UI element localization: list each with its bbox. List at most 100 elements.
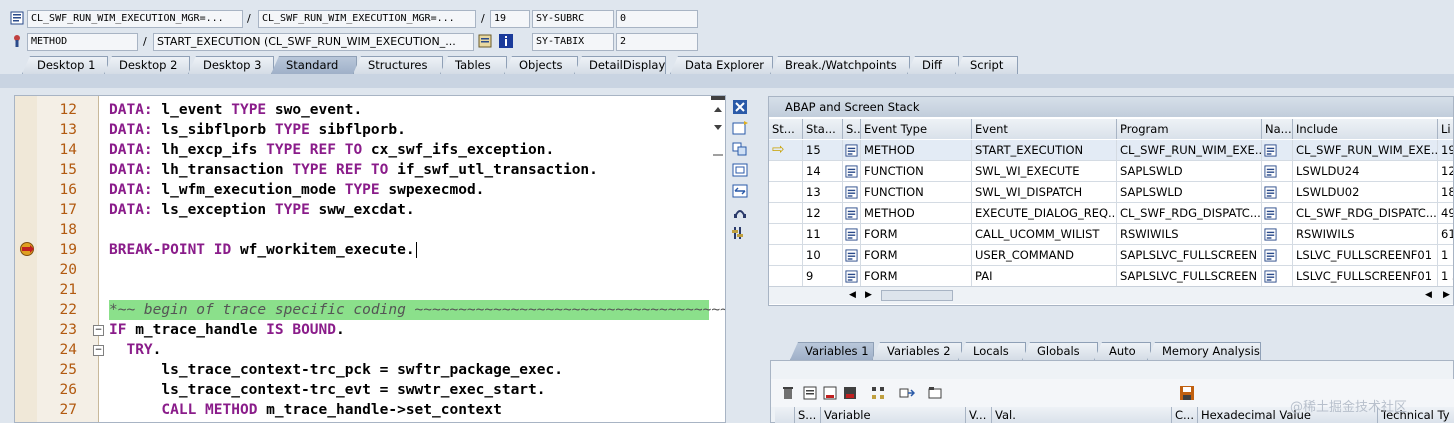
stack-cell-st[interactable] bbox=[769, 161, 803, 182]
source-icon[interactable] bbox=[845, 144, 858, 157]
stack-cell-type[interactable]: METHOD bbox=[861, 203, 972, 224]
column-header[interactable]: C... bbox=[1172, 407, 1198, 423]
stack-cell-type[interactable]: METHOD bbox=[861, 140, 972, 161]
code-line[interactable]: 16 DATA: l_wfm_execution_mode TYPE swpexe… bbox=[15, 180, 725, 200]
tab-diff[interactable]: Diff bbox=[907, 56, 959, 74]
source-icon[interactable] bbox=[845, 165, 858, 178]
tab-breakpoints-watchpoints[interactable]: Break./Watchpoints bbox=[770, 56, 910, 74]
services-icon[interactable] bbox=[732, 205, 748, 219]
tab-standard[interactable]: Standard bbox=[271, 56, 357, 74]
stack-cell-type[interactable]: FORM bbox=[861, 245, 972, 266]
code-line[interactable]: 21 bbox=[15, 280, 725, 300]
stack-cell-event[interactable]: SWL_WI_EXECUTE bbox=[972, 161, 1117, 182]
column-header[interactable]: Event bbox=[972, 119, 1117, 139]
stack-cell-icon[interactable] bbox=[1262, 182, 1293, 203]
event-type-field[interactable]: METHOD bbox=[27, 33, 138, 51]
stack-cell-program[interactable]: SAPLSLVC_FULLSCREEN bbox=[1117, 266, 1262, 287]
column-header[interactable]: Val. bbox=[992, 407, 1172, 423]
code-line[interactable]: 18 bbox=[15, 220, 725, 240]
code-line[interactable]: 12 DATA: l_event TYPE swo_event. bbox=[15, 100, 725, 120]
stack-cell-icon[interactable] bbox=[843, 203, 861, 224]
display-icon[interactable] bbox=[823, 386, 837, 400]
stack-cell-event[interactable]: EXECUTE_DIALOG_REQ... bbox=[972, 203, 1117, 224]
code-line[interactable]: 23 − IF m_trace_handle IS BOUND. bbox=[15, 320, 725, 340]
delete-icon[interactable] bbox=[781, 386, 795, 400]
tab-auto[interactable]: Auto bbox=[1094, 342, 1151, 360]
column-header[interactable]: S... bbox=[843, 119, 861, 139]
code-line[interactable]: 26 ls_trace_context-trc_evt = swwtr_exec… bbox=[15, 380, 725, 400]
code-line[interactable]: 22 *~~ begin of trace specific coding ~~~… bbox=[15, 300, 725, 320]
tab-data-explorer[interactable]: Data Explorer bbox=[670, 56, 773, 74]
scroll-right-icon[interactable]: ▶ bbox=[1443, 290, 1450, 300]
tab-variables-1[interactable]: Variables 1 bbox=[790, 342, 874, 360]
stack-cell-type[interactable]: FORM bbox=[861, 224, 972, 245]
stack-cell-include[interactable]: RSWIWILS bbox=[1293, 224, 1438, 245]
stack-cell-include[interactable]: LSWLDU24 bbox=[1293, 161, 1438, 182]
fold-toggle-icon[interactable]: − bbox=[93, 345, 104, 356]
tab-script[interactable]: Script bbox=[955, 56, 1018, 74]
navigate-source-icon[interactable] bbox=[1264, 228, 1277, 241]
column-header[interactable]: Include bbox=[1293, 119, 1438, 139]
stack-cell-icon[interactable] bbox=[1262, 161, 1293, 182]
column-header[interactable]: Event Type bbox=[861, 119, 972, 139]
source-icon[interactable] bbox=[845, 186, 858, 199]
save-variables-icon[interactable] bbox=[843, 386, 857, 400]
stack-cell-program[interactable]: CL_SWF_RDG_DISPATC... bbox=[1117, 203, 1262, 224]
stack-cell-program[interactable]: RSWIWILS bbox=[1117, 224, 1262, 245]
stack-cell-line[interactable]: 19 bbox=[1438, 140, 1453, 161]
tab-globals[interactable]: Globals bbox=[1022, 342, 1098, 360]
event-field[interactable]: START_EXECUTION (CL_SWF_RUN_WIM_EXECUTIO… bbox=[153, 33, 474, 51]
stack-cell-line[interactable]: 1 3 bbox=[1438, 266, 1453, 287]
code-line[interactable]: 20 bbox=[15, 260, 725, 280]
stack-cell-icon[interactable] bbox=[1262, 266, 1293, 287]
navigate-source-icon[interactable] bbox=[1264, 270, 1277, 283]
stack-cell-program[interactable]: SAPLSWLD bbox=[1117, 182, 1262, 203]
horizontal-scrollbar[interactable]: ◀ ▶ ◀ ▶ bbox=[769, 286, 1453, 304]
tab-detail-display[interactable]: DetailDisplay bbox=[574, 56, 666, 74]
stack-cell-level[interactable]: 10 bbox=[803, 245, 843, 266]
source-icon[interactable] bbox=[845, 249, 858, 262]
code-line[interactable]: 17 DATA: ls_exception TYPE sww_excdat. bbox=[15, 200, 725, 220]
stack-cell-level[interactable]: 14 bbox=[803, 161, 843, 182]
tab-locals[interactable]: Locals bbox=[958, 342, 1026, 360]
code-line[interactable]: 13 DATA: ls_sibflporb TYPE sibflporb. bbox=[15, 120, 725, 140]
editor-scroll-arrows[interactable] bbox=[711, 96, 725, 156]
tab-variables-2[interactable]: Variables 2 bbox=[872, 342, 962, 360]
tab-structures[interactable]: Structures bbox=[353, 56, 443, 74]
swap-icon[interactable] bbox=[732, 184, 748, 198]
stack-cell-type[interactable]: FORM bbox=[861, 266, 972, 287]
stack-cell-line[interactable]: 49 bbox=[1438, 203, 1453, 224]
stack-cell-include[interactable]: LSWLDU02 bbox=[1293, 182, 1438, 203]
fold-toggle-icon[interactable]: − bbox=[93, 325, 104, 336]
column-header[interactable] bbox=[775, 407, 795, 423]
new-tool-icon[interactable] bbox=[732, 121, 748, 135]
detail-icon[interactable] bbox=[803, 386, 817, 400]
navigate-source-icon[interactable] bbox=[1264, 249, 1277, 262]
scroll-right-icon[interactable]: ▶ bbox=[865, 290, 872, 300]
stack-cell-type[interactable]: FUNCTION bbox=[861, 161, 972, 182]
stack-cell-event[interactable]: SWL_WI_DISPATCH bbox=[972, 182, 1117, 203]
stack-cell-icon[interactable] bbox=[843, 140, 861, 161]
column-header[interactable]: Sta... bbox=[803, 119, 843, 139]
tab-desktop-1[interactable]: Desktop 1 bbox=[22, 56, 108, 74]
navigate-source-icon[interactable] bbox=[1264, 186, 1277, 199]
stack-cell-level[interactable]: 9 bbox=[803, 266, 843, 287]
column-header[interactable]: Li bbox=[1438, 119, 1453, 139]
stack-cell-icon[interactable] bbox=[843, 224, 861, 245]
source-code-editor[interactable]: 12 DATA: l_event TYPE swo_event. 13 DATA: l… bbox=[14, 95, 726, 423]
source-icon[interactable] bbox=[845, 207, 858, 220]
stack-cell-program[interactable]: SAPLSWLD bbox=[1117, 161, 1262, 182]
scroll-thumb[interactable] bbox=[881, 290, 953, 301]
settings-icon[interactable] bbox=[732, 226, 748, 240]
stack-cell-line[interactable]: 61 bbox=[1438, 224, 1453, 245]
stack-cell-icon[interactable] bbox=[1262, 140, 1293, 161]
code-line[interactable]: 25 ls_trace_context-trc_pck = swftr_pack… bbox=[15, 360, 725, 380]
stack-cell-event[interactable]: START_EXECUTION bbox=[972, 140, 1117, 161]
close-icon[interactable] bbox=[732, 100, 748, 114]
stack-cell-icon[interactable] bbox=[843, 182, 861, 203]
sysvar-value-field[interactable]: 2 bbox=[616, 33, 698, 51]
stack-cell-include[interactable]: LSLVC_FULLSCREENF01 bbox=[1293, 266, 1438, 287]
column-header[interactable]: Program bbox=[1117, 119, 1262, 139]
stack-cell-level[interactable]: 15 bbox=[803, 140, 843, 161]
tab-tables[interactable]: Tables bbox=[440, 56, 507, 74]
